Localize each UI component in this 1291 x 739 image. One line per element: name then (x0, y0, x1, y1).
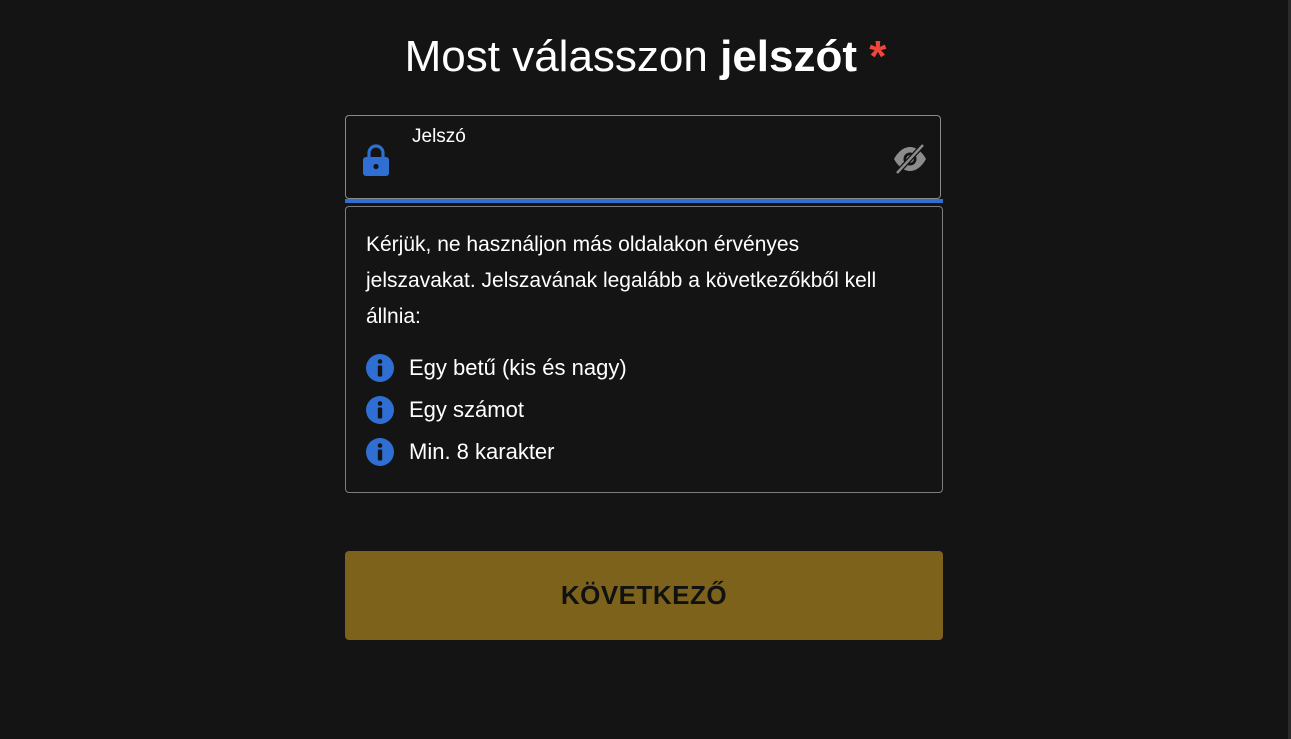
requirement-number: Egy számot (366, 389, 922, 431)
requirement-label: Egy számot (409, 397, 524, 422)
password-setup-page: Most válasszon jelszót * Jelszó Kérjük, … (0, 0, 1291, 739)
eye-off-icon[interactable] (892, 143, 928, 175)
password-input[interactable] (410, 156, 884, 188)
password-label: Jelszó (412, 126, 466, 147)
requirement-label: Min. 8 karakter (409, 439, 555, 464)
required-asterisk: * (869, 32, 887, 81)
hint-text: Kérjük, ne használjon más oldalakon érvé… (366, 233, 877, 328)
info-icon (366, 438, 394, 466)
requirement-letter: Egy betű (kis és nagy) (366, 347, 922, 389)
next-button[interactable]: KÖVETKEZŐ (345, 551, 943, 640)
requirement-label: Egy betű (kis és nagy) (409, 355, 627, 380)
password-field-focus-underline (345, 199, 943, 203)
requirement-length: Min. 8 karakter (366, 431, 922, 473)
info-icon (366, 396, 394, 424)
title-emphasis: jelszót (720, 32, 858, 81)
info-icon (366, 354, 394, 382)
page-title: Most válasszon jelszót * (0, 30, 1291, 84)
password-field[interactable]: Jelszó (345, 115, 941, 199)
lock-icon (363, 144, 389, 176)
password-requirements-box: Kérjük, ne használjon más oldalakon érvé… (345, 206, 943, 493)
requirements-list: Egy betű (kis és nagy) Egy számot Min. 8… (366, 347, 922, 473)
title-prefix: Most válasszon (404, 32, 721, 81)
